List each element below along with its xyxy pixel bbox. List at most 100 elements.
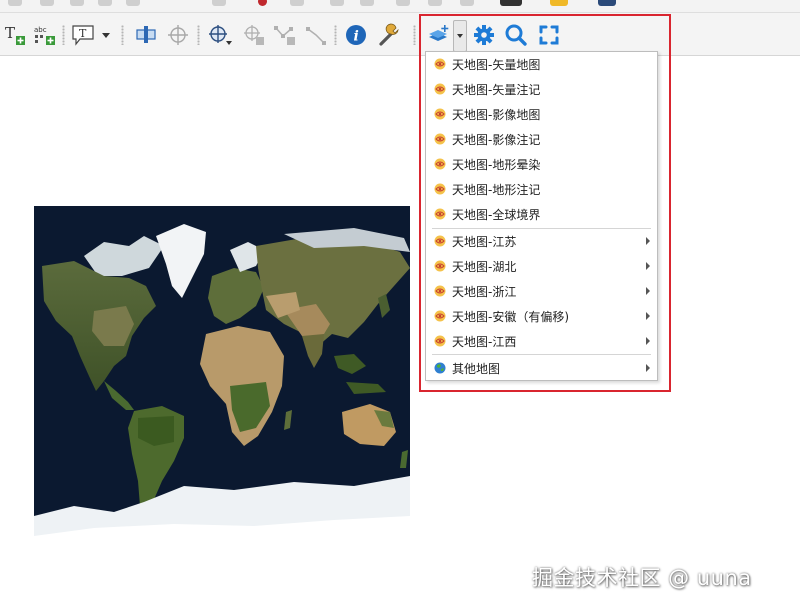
svg-text:abc: abc [34, 26, 47, 34]
chevron-down-icon[interactable] [102, 33, 110, 38]
globe-icon [434, 362, 446, 374]
menu-item-anhui[interactable]: 天地图-安徽（有偏移) [427, 304, 656, 328]
binoculars-icon[interactable] [500, 0, 522, 6]
vertex-tool-button[interactable] [272, 22, 298, 48]
menu-item-imagery-map[interactable]: 天地图-影像地图 [427, 102, 656, 126]
menu-item-label: 天地图-江苏 [452, 234, 517, 249]
eye-icon[interactable] [360, 0, 374, 6]
toolbar-icon[interactable] [70, 0, 84, 6]
record-icon[interactable] [258, 0, 267, 6]
move-label-button[interactable] [165, 22, 191, 48]
toolbar-icon[interactable] [428, 0, 442, 6]
info-icon: i [346, 25, 366, 45]
layer-menu-dropdown-button[interactable] [453, 20, 467, 52]
toolbar-icon[interactable] [8, 0, 22, 6]
toolbar-icon[interactable] [330, 0, 344, 6]
toolbar-separator [413, 25, 416, 45]
add-map-layer-button[interactable] [426, 22, 452, 48]
tianditu-layer-icon [434, 260, 446, 272]
toolbar-icon[interactable] [290, 0, 304, 6]
pin-label-icon [136, 26, 156, 43]
node-edit-button[interactable] [303, 22, 329, 48]
tianditu-layer-icon [434, 83, 446, 95]
menu-item-terrain-shading[interactable]: 天地图-地形晕染 [427, 152, 656, 176]
toolbar-icon[interactable] [598, 0, 616, 6]
menu-item-label: 天地图-矢量注记 [452, 82, 541, 97]
menu-item-hubei[interactable]: 天地图-湖北 [427, 254, 656, 278]
menu-item-global-boundary[interactable]: 天地图-全球境界 [427, 202, 656, 226]
chevron-right-icon [646, 237, 650, 245]
map-canvas[interactable] [34, 206, 410, 582]
toolbar-icon[interactable] [460, 0, 474, 6]
menu-item-imagery-annotation[interactable]: 天地图-影像注记 [427, 127, 656, 151]
tianditu-layer-icon [434, 108, 446, 120]
menu-item-label: 天地图-影像注记 [452, 132, 541, 147]
menu-item-jiangsu[interactable]: 天地图-江苏 [427, 229, 656, 253]
fullscreen-icon [539, 25, 559, 45]
tianditu-layer-icon [434, 310, 446, 322]
svg-text:i: i [354, 29, 359, 45]
tianditu-layer-icon [434, 158, 446, 170]
layers-plus-icon [429, 25, 449, 41]
toolbar-icon[interactable] [212, 0, 226, 6]
toolbar-separator [334, 25, 337, 45]
wrench-icon [379, 23, 399, 46]
toolbar-icon[interactable] [40, 0, 54, 6]
watermark: 掘金技术社区 @ uuna [532, 566, 752, 590]
pin-labels-button[interactable] [133, 22, 159, 48]
label-plus-icon: abc [34, 26, 55, 45]
menu-item-label: 天地图-安徽（有偏移) [452, 309, 570, 324]
crosshair-icon [168, 25, 188, 45]
menu-item-jiangxi[interactable]: 天地图-江西 [427, 329, 656, 353]
menu-item-label: 天地图-江西 [452, 334, 517, 349]
node-edit-icon [306, 27, 326, 45]
menu-item-label: 天地图-矢量地图 [452, 57, 541, 72]
tianditu-layer-icon [434, 183, 446, 195]
menu-item-label: 天地图-影像地图 [452, 107, 541, 122]
add-text-annotation-button[interactable]: T [2, 22, 28, 48]
add-point-button[interactable] [241, 22, 267, 48]
menu-item-vector-map[interactable]: 天地图-矢量地图 [427, 52, 656, 76]
menu-item-label: 其他地图 [452, 361, 501, 376]
add-label-button[interactable]: abc [32, 22, 58, 48]
chevron-right-icon [646, 312, 650, 320]
chevron-right-icon [646, 337, 650, 345]
toolbar-icon[interactable] [550, 0, 568, 6]
callout-text-icon: T [72, 25, 94, 46]
menu-item-vector-annotation[interactable]: 天地图-矢量注记 [427, 77, 656, 101]
gear-icon [474, 25, 494, 45]
search-place-button[interactable] [503, 22, 529, 48]
menu-item-label: 天地图-全球境界 [452, 207, 541, 222]
chevron-down-icon[interactable] [226, 41, 232, 45]
chevron-down-icon [457, 34, 463, 38]
menu-item-label: 天地图-地形注记 [452, 182, 541, 197]
menu-separator [432, 354, 651, 355]
identify-button[interactable]: i [343, 22, 369, 48]
svg-text:T: T [79, 27, 87, 40]
menu-item-label: 天地图-地形晕染 [452, 157, 541, 172]
toolbar-separator [121, 25, 124, 45]
menu-item-terrain-annotation[interactable]: 天地图-地形注记 [427, 177, 656, 201]
menu-item-other-maps[interactable]: 其他地图 [427, 356, 656, 380]
settings-tool-button[interactable] [376, 22, 402, 48]
tianditu-layer-icon [434, 58, 446, 70]
chevron-right-icon [646, 262, 650, 270]
menu-item-zhejiang[interactable]: 天地图-浙江 [427, 279, 656, 303]
toolbar-icon[interactable] [396, 0, 410, 6]
text-annotation-button[interactable]: T [70, 22, 96, 48]
toolbar-icon[interactable] [126, 0, 140, 6]
tianditu-layer-icon [434, 335, 446, 347]
toolbar-icon[interactable] [98, 0, 112, 6]
search-icon [505, 24, 527, 46]
vertex-icon [274, 26, 295, 45]
menu-item-label: 天地图-浙江 [452, 284, 517, 299]
tianditu-layer-icon [434, 285, 446, 297]
full-extent-button[interactable] [536, 22, 562, 48]
crosshair-plus-icon [244, 25, 264, 45]
tianditu-layer-icon [434, 208, 446, 220]
chevron-right-icon [646, 364, 650, 372]
upper-toolbar [0, 0, 800, 13]
map-layer-menu: 天地图-矢量地图 天地图-矢量注记 天地图-影像地图 天地图-影像注记 天地图-… [425, 51, 658, 381]
plugin-settings-button[interactable] [471, 22, 497, 48]
tianditu-layer-icon [434, 133, 446, 145]
